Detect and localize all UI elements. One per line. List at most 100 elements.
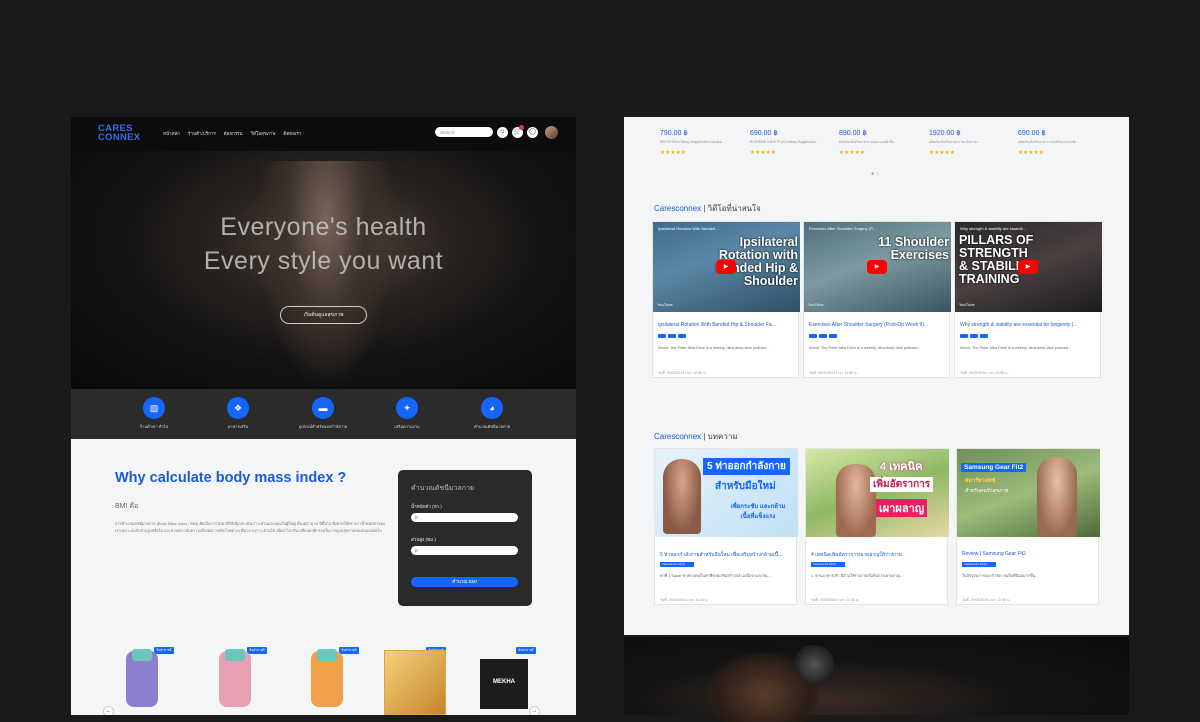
video-title[interactable]: Why strength & stability are essential f…	[960, 322, 1097, 328]
article-card[interactable]: Samsung Gear Fit2 สมาร์ทวอทช์ สำหรับคนรั…	[956, 448, 1100, 605]
video-date: วันที่: 29/03/2024 เวลา 12:55 น.	[960, 371, 1009, 375]
section-name: บทความ	[707, 432, 738, 441]
video-tags	[658, 334, 686, 338]
menu-item-shop[interactable]: ร้านค้า/บริการ	[188, 130, 216, 137]
product-desc[interactable]: ผลิตภัณฑ์เสริมอาหาร คอลลาเจนผิวใส...	[839, 140, 914, 145]
product-bottle-image	[311, 649, 343, 707]
articles-section-title: Caresconnex | บทความ	[654, 430, 738, 443]
product-card[interactable]: สินค้าขายดี	[289, 645, 363, 715]
bestseller-badge: สินค้าขายดี	[339, 647, 359, 654]
video-card[interactable]: Exercises After Shoulder Surgery (P... 1…	[803, 221, 951, 378]
gym-banner-image	[624, 637, 1129, 722]
article-overlay-1: 4 เทคนิค	[880, 461, 923, 473]
article-author-tag: Caresconnex Admin	[962, 562, 996, 567]
globe-icon[interactable]: ◯	[527, 127, 538, 138]
video-about: About: The Peter Attia Drive is a weekly…	[960, 346, 1072, 350]
section-brand: Caresconnex	[654, 204, 702, 213]
video-thumbnail[interactable]: Exercises After Shoulder Surgery (P... 1…	[804, 222, 951, 312]
menu-item-surgery[interactable]: ศัลยกรรม	[224, 130, 243, 137]
product-card[interactable]: สินค้าขายดี	[376, 645, 450, 715]
video-title[interactable]: Ipsilateral Rotation With Banded Hip & S…	[658, 322, 795, 328]
product-desc[interactable]: NOI EVTIRA Dietary Supplement includes..…	[660, 140, 735, 144]
hero-banner: Everyone's health Every style you want เ…	[71, 151, 576, 389]
section-name: วิดีโอที่น่าสนใจ	[707, 204, 761, 213]
menu-item-videos[interactable]: วิดีโอสุขภาพ	[251, 130, 276, 137]
top-navbar: CARES CONNEX หน้าหลัก ร้านค้า/บริการ ศัล…	[71, 117, 576, 151]
youtube-play-icon[interactable]: ▶	[867, 260, 887, 274]
first-aid-icon: ▧	[143, 397, 165, 419]
search-input[interactable]: Search	[435, 127, 493, 137]
article-overlay-3: สำหรับคนรักสุขภาพ	[965, 488, 1009, 494]
video-title[interactable]: Exercises After Shoulder Surgery (Post-O…	[809, 322, 946, 328]
product-price: 690.00 ฿	[1018, 130, 1046, 137]
video-tags	[960, 334, 988, 338]
category-bmi[interactable]: ◕ คำนวณดัชนีมวลกาย	[447, 397, 537, 430]
article-card[interactable]: 5 ท่าออกกำลังกาย สำหรับมือใหม่ เพื่อกระช…	[654, 448, 798, 605]
product-bottle-image	[219, 649, 251, 707]
article-overlay-1: Samsung Gear Fit2	[961, 463, 1027, 472]
product-desc[interactable]: ผลิตภัณฑ์เสริมอาหาร วิตามินรวม...	[929, 140, 1004, 145]
product-card[interactable]: สินค้าขายดี	[197, 645, 271, 715]
category-supplements[interactable]: ❖ อาหารเสริม	[193, 397, 283, 430]
category-exercise-equipment[interactable]: ▬ อุปกรณ์สำหรับออกกำลังกาย	[278, 397, 368, 430]
logo-line-2: CONNEX	[98, 132, 141, 143]
product-card[interactable]: สินค้าขายดี MEKHA	[466, 645, 540, 715]
video-about: About: The Peter Attia Drive is a weekly…	[809, 346, 921, 350]
product-price: 690.00 ฿	[750, 130, 778, 137]
brand-logo[interactable]: CARES CONNEX	[98, 124, 141, 143]
user-icon[interactable]: ☺	[497, 127, 508, 138]
homepage-mockup-left: CARES CONNEX หน้าหลัก ร้านค้า/บริการ ศัล…	[71, 117, 576, 715]
start-health-button[interactable]: เริ่มต้นดูแลสุขภาพ	[280, 306, 367, 324]
article-date: วันที่: 29/03/2024 เวลา 11:35 น.	[811, 598, 860, 602]
article-overlay-2: สมาร์ทวอทช์	[965, 478, 996, 484]
article-thumbnail[interactable]: 5 ท่าออกกำลังกาย สำหรับมือใหม่ เพื่อกระช…	[655, 449, 798, 537]
video-card[interactable]: Ipsilateral Rotation With Banded ... Ips…	[652, 221, 800, 378]
product-desc[interactable]: EXTREME CARE PLUS Dietary Supplement...	[750, 140, 825, 144]
menu-item-contact[interactable]: ติดต่อเรา	[283, 130, 301, 137]
calculate-bmi-button[interactable]: คำนวณ BMI	[411, 577, 518, 587]
youtube-play-icon[interactable]: ▶	[1018, 260, 1038, 274]
avatar[interactable]	[545, 126, 558, 139]
video-thumb-title: Why strength & stability are essenti...	[960, 226, 1026, 231]
article-date: วันที่: 29/03/2024 เวลา 11:40 น.	[660, 598, 709, 602]
product-card[interactable]: สินค้าขายดี	[104, 645, 178, 715]
video-thumb-title: Exercises After Shoulder Surgery (P...	[809, 226, 876, 231]
video-thumbnail[interactable]: Why strength & stability are essenti... …	[955, 222, 1102, 312]
video-card[interactable]: Why strength & stability are essenti... …	[954, 221, 1102, 378]
video-about: About: The Peter Attia Drive is a weekly…	[658, 346, 770, 350]
product-price: 1920.00 ฿	[929, 130, 961, 137]
carousel-prev-button[interactable]: ←	[103, 706, 114, 715]
product-desc[interactable]: ผลิตภัณฑ์เสริมอาหาร สารสกัดธรรมชาติ...	[1018, 140, 1093, 145]
carousel-dots[interactable]: ●○	[871, 171, 881, 177]
product-mekha-image: MEKHA	[480, 659, 528, 709]
bestseller-badge: สินค้าขายดี	[516, 647, 536, 654]
height-label: ส่วนสูง (ซม.)	[411, 537, 436, 542]
article-overlay-1: 5 ท่าออกกำลังกาย	[703, 458, 790, 475]
article-person-image	[1037, 457, 1077, 537]
youtube-label: YouTube	[808, 302, 824, 307]
bestseller-badge: สินค้าขายดี	[154, 647, 174, 654]
product-price: 790.00 ฿	[660, 130, 688, 137]
height-input[interactable]: 0	[411, 546, 518, 555]
weight-input[interactable]: 0	[411, 513, 518, 522]
article-thumbnail[interactable]: 4 เทคนิค เพิ่มอัตราการ เผาผลาญ	[806, 449, 949, 537]
category-label: เสริมความงาม	[394, 424, 420, 429]
product-rating: ★★★★★	[1018, 150, 1045, 156]
youtube-play-icon[interactable]: ▶	[716, 260, 736, 274]
article-thumbnail[interactable]: Samsung Gear Fit2 สมาร์ทวอทช์ สำหรับคนรั…	[957, 449, 1100, 537]
video-thumb-title: Ipsilateral Rotation With Banded ...	[658, 226, 720, 231]
article-title[interactable]: 5 ท่าออกกำลังกายสำหรับมือใหม่ เพื่อเสริม…	[660, 551, 793, 559]
article-title[interactable]: Review | Samsung Gear Fit2	[962, 551, 1095, 557]
weight-label: น้ำหนักตัว (กก.)	[411, 504, 442, 509]
dumbbell-plate	[794, 645, 834, 685]
video-thumbnail[interactable]: Ipsilateral Rotation With Banded ... Ips…	[653, 222, 800, 312]
article-card[interactable]: 4 เทคนิค เพิ่มอัตราการ เผาผลาญ 4 เทคนิคเ…	[805, 448, 949, 605]
category-label: คำนวณดัชนีมวลกาย	[473, 424, 510, 429]
bmi-heading: Why calculate body mass index ?	[115, 470, 347, 486]
category-beauty[interactable]: ✦ เสริมความงาม	[362, 397, 452, 430]
category-general-store[interactable]: ▧ ร้านค้า/ยา ทั่วไป	[109, 397, 199, 430]
menu-item-home[interactable]: หน้าหลัก	[163, 130, 180, 137]
article-title[interactable]: 4 เทคนิคเพิ่มอัตราการเผาผลาญให้ร่างกาย	[811, 551, 944, 559]
article-overlay-2: สำหรับมือใหม่	[715, 481, 776, 492]
carousel-next-button[interactable]: →	[529, 706, 540, 715]
